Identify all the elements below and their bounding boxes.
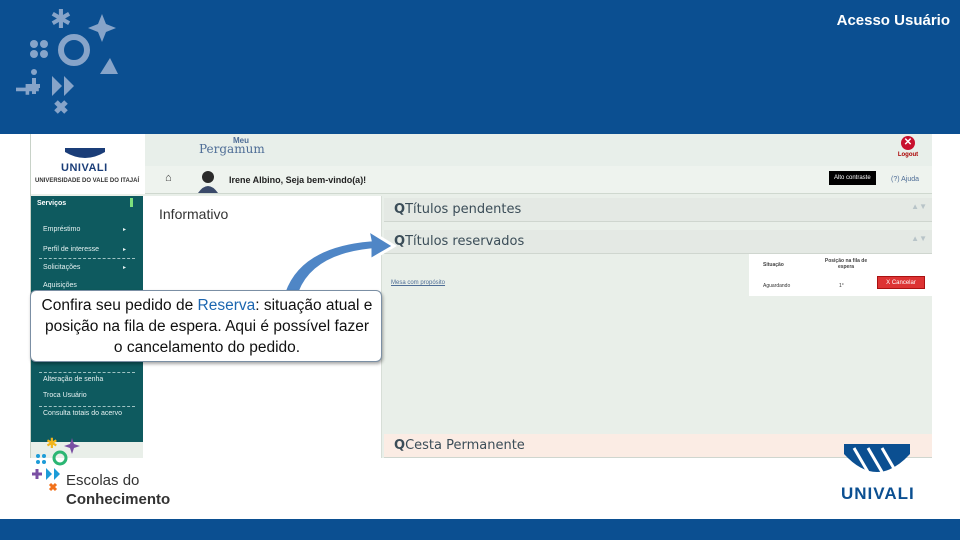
- table-cell-posicao: 1°: [839, 283, 844, 289]
- cancel-button[interactable]: X Cancelar: [877, 276, 925, 289]
- logo-name: UNIVALI: [61, 162, 108, 174]
- app-topbar: Meu Pergamum ✕ Logout: [31, 134, 932, 166]
- escolas-title: Escolas do: [66, 472, 140, 489]
- table-cell-situacao: Aguardando: [763, 283, 791, 289]
- univali-logo: UNIVALI UNIVERSIDADE DO VALE DO ITAJAÍ: [31, 134, 145, 194]
- panel-label: Títulos pendentes: [405, 202, 522, 217]
- sidebar-item-aquisicoes[interactable]: Aquisições: [43, 282, 77, 289]
- search-icon: Q: [394, 438, 406, 453]
- univali-footer-shield-icon: [844, 444, 910, 473]
- sidebar-divider: [39, 258, 135, 259]
- panel-title-reservados: QTítulos reservados: [394, 234, 524, 249]
- sidebar-item-troca-usuario[interactable]: Troca Usuário: [43, 392, 87, 399]
- table-header-situacao: Situação: [763, 262, 784, 268]
- footer-bar: [0, 519, 960, 540]
- logo-subtitle: UNIVERSIDADE DO VALE DO ITAJAÍ: [35, 178, 140, 184]
- panel-title-cesta: QCesta Permanente: [394, 438, 525, 453]
- logout-label: Logout: [897, 152, 919, 158]
- univali-footer-text: UNIVALI: [841, 484, 915, 503]
- informativo-title: Informativo: [159, 206, 229, 222]
- sidebar-heading: Serviços: [37, 200, 67, 207]
- chevron-right-icon: ▸: [123, 227, 127, 233]
- panel-titulos-pendentes[interactable]: QTítulos pendentes ▲▼: [384, 198, 932, 222]
- user-bar: ⌂ Irene Albino, Seja bem-vindo(a)! Alto …: [145, 166, 932, 194]
- pin-icon: [130, 198, 133, 207]
- sidebar-divider: [39, 372, 135, 373]
- panel-label: Títulos reservados: [405, 234, 525, 249]
- decorative-shapes-icon: ✱: [16, 6, 118, 114]
- avatar: [198, 171, 218, 193]
- help-link[interactable]: (?) Ajuda: [891, 176, 919, 183]
- high-contrast-button[interactable]: Alto contraste: [829, 171, 876, 185]
- panel-label: Cesta Permanente: [405, 438, 525, 453]
- callout-text: Confira seu pedido de Reserva: situação …: [39, 295, 375, 358]
- svg-text:✱: ✱: [46, 436, 58, 452]
- logout-button[interactable]: ✕ Logout: [893, 136, 923, 158]
- user-greeting: Irene Albino, Seja bem-vindo(a)!: [229, 175, 367, 185]
- panel-titulos-reservados[interactable]: QTítulos reservados ▲▼: [384, 230, 932, 254]
- panel-title-pendentes: QTítulos pendentes: [394, 202, 521, 217]
- chevron-right-icon: ▸: [123, 247, 127, 253]
- instruction-callout: Confira seu pedido de Reserva: situação …: [30, 290, 382, 362]
- svg-text:✱: ✱: [50, 6, 72, 35]
- sidebar-divider: [39, 406, 135, 407]
- reservas-table: Situação Posição na fila de espera Aguar…: [749, 254, 932, 296]
- table-header-posicao: Posição na fila de espera: [824, 258, 868, 270]
- panel-controls-icon[interactable]: ▲▼: [911, 234, 927, 243]
- header-banner: ✱ Acesso Usuário: [0, 0, 960, 134]
- sidebar-item-alteracao-senha[interactable]: Alteração de senha: [43, 376, 103, 383]
- sidebar-item-consulta[interactable]: Consulta totais do acervo: [43, 410, 122, 417]
- conhecimento-title: Conhecimento: [66, 491, 171, 508]
- univali-shield-icon: [65, 148, 105, 158]
- close-icon: ✕: [901, 136, 915, 150]
- sidebar-item-perfil[interactable]: Perfil de interesse: [43, 246, 99, 253]
- pointer-arrow-icon: [281, 226, 397, 294]
- callout-text-pre: Confira seu pedido de: [41, 297, 198, 314]
- sidebar-item-emprestimo[interactable]: Empréstimo: [43, 226, 80, 233]
- home-icon[interactable]: ⌂: [165, 172, 172, 184]
- sidebar-item-solicitacoes[interactable]: Solicitações: [43, 264, 80, 271]
- chevron-right-icon: ▸: [123, 265, 127, 271]
- search-icon: Q: [394, 202, 406, 217]
- slide-title: Acesso Usuário: [836, 12, 950, 29]
- app-name: Pergamum: [199, 142, 265, 156]
- callout-highlight: Reserva: [197, 297, 256, 314]
- panel-controls-icon[interactable]: ▲▼: [911, 202, 927, 211]
